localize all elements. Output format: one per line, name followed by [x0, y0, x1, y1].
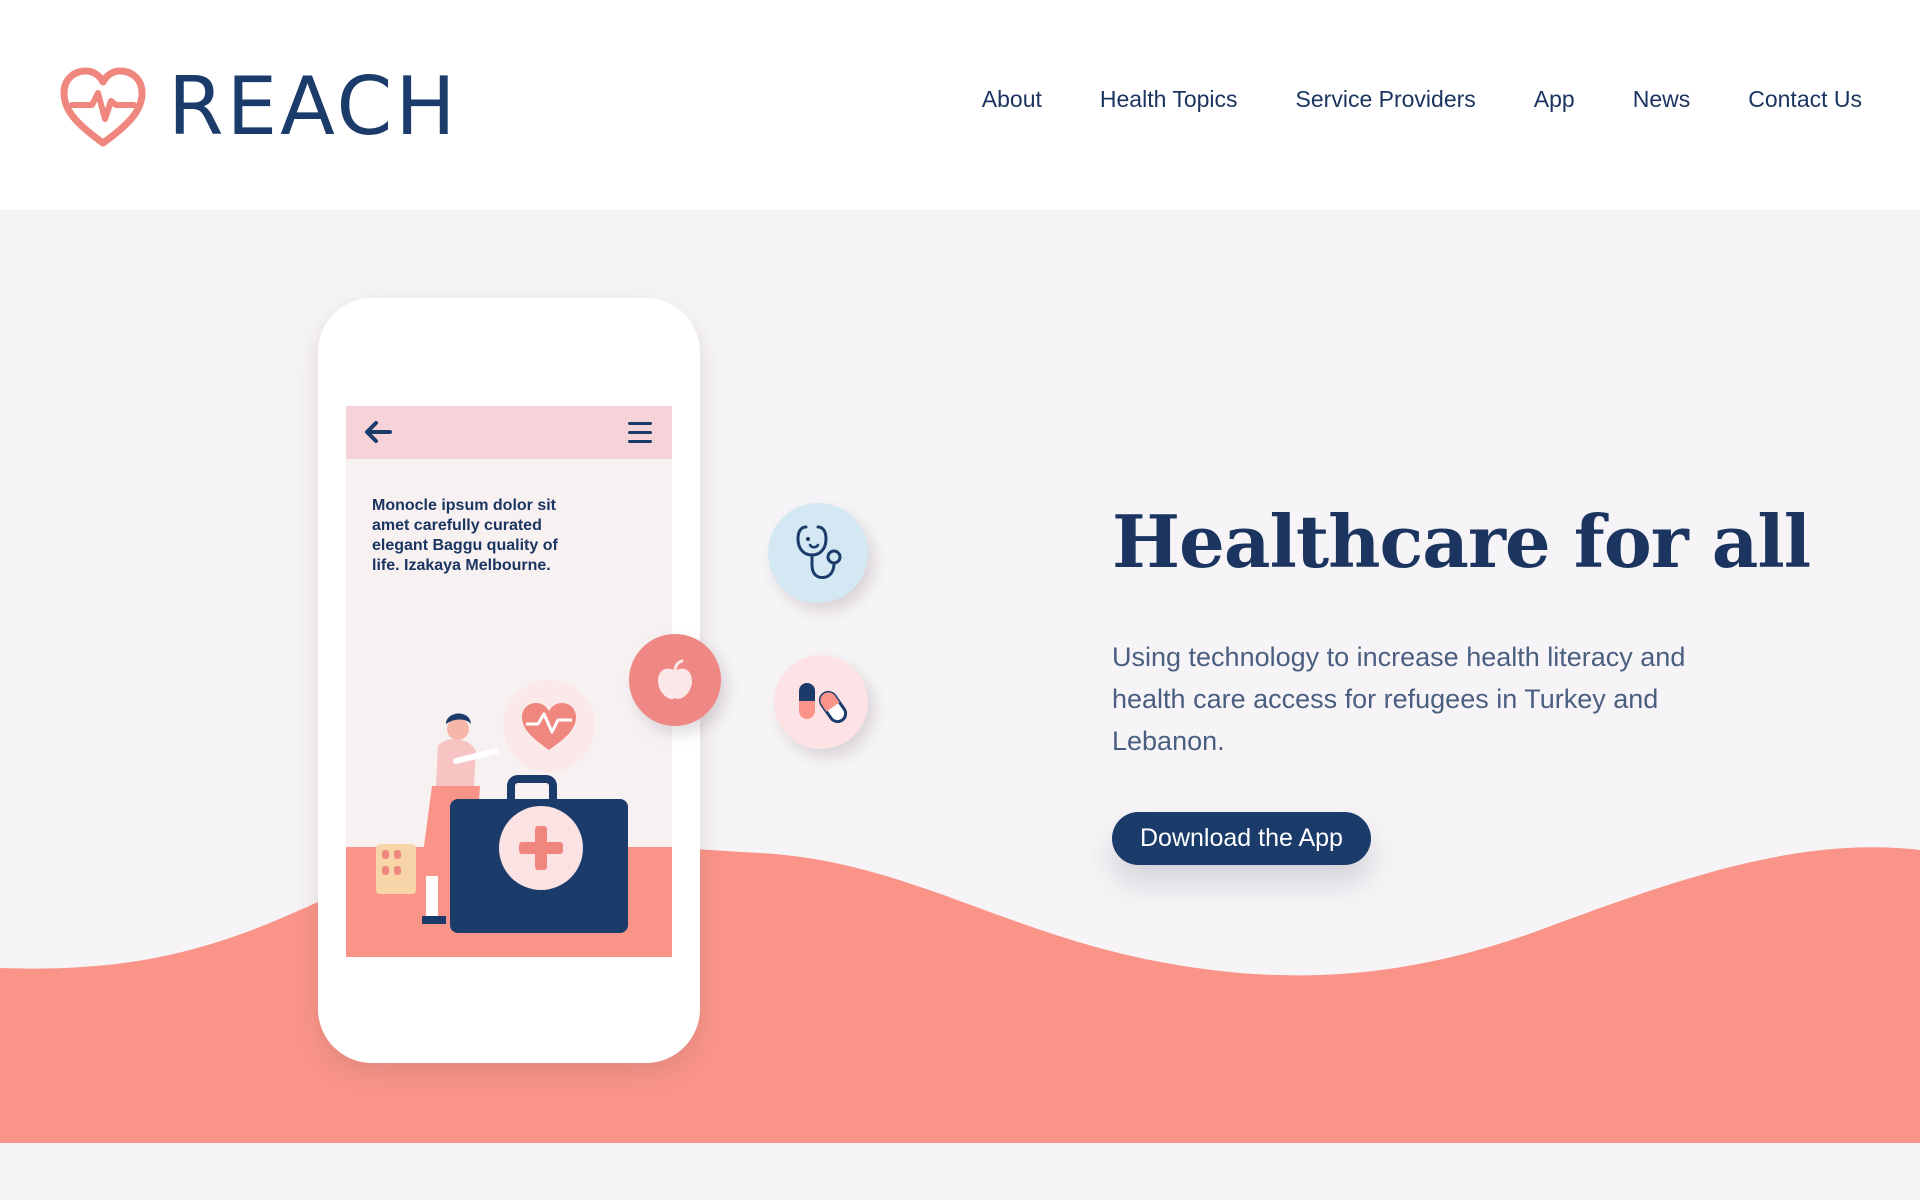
main-nav: About Health Topics Service Providers Ap… — [982, 86, 1862, 113]
pills-icon — [799, 683, 848, 724]
nav-contact-us[interactable]: Contact Us — [1748, 86, 1862, 113]
apple-icon — [658, 659, 692, 699]
pill-pack-icon — [376, 844, 416, 894]
heart-bubble — [503, 680, 595, 772]
stethoscope-icon — [796, 525, 842, 579]
site-header: REACH About Health Topics Service Provid… — [0, 0, 1920, 210]
hero-title: Healthcare for all — [1112, 499, 1811, 584]
download-app-button[interactable]: Download the App — [1112, 812, 1371, 865]
nav-news[interactable]: News — [1633, 86, 1691, 113]
nav-about[interactable]: About — [982, 86, 1042, 113]
section-divider — [0, 1143, 1920, 1200]
hero-subtitle: Using technology to increase health lite… — [1112, 642, 1686, 756]
nav-service-providers[interactable]: Service Providers — [1296, 86, 1476, 113]
phone-screen: Monocle ipsum dolor sit amet carefully c… — [346, 406, 672, 957]
pills-bubble — [774, 655, 868, 749]
nav-health-topics[interactable]: Health Topics — [1100, 86, 1238, 113]
stethoscope-bubble — [768, 503, 868, 603]
brand-name: REACH — [168, 60, 459, 153]
heart-pulse-icon — [60, 67, 146, 147]
apple-bubble — [629, 634, 721, 726]
medical-kit-icon — [450, 775, 628, 933]
site-logo[interactable]: REACH — [58, 62, 458, 152]
nav-app[interactable]: App — [1534, 86, 1575, 113]
medical-illustration — [346, 680, 672, 957]
